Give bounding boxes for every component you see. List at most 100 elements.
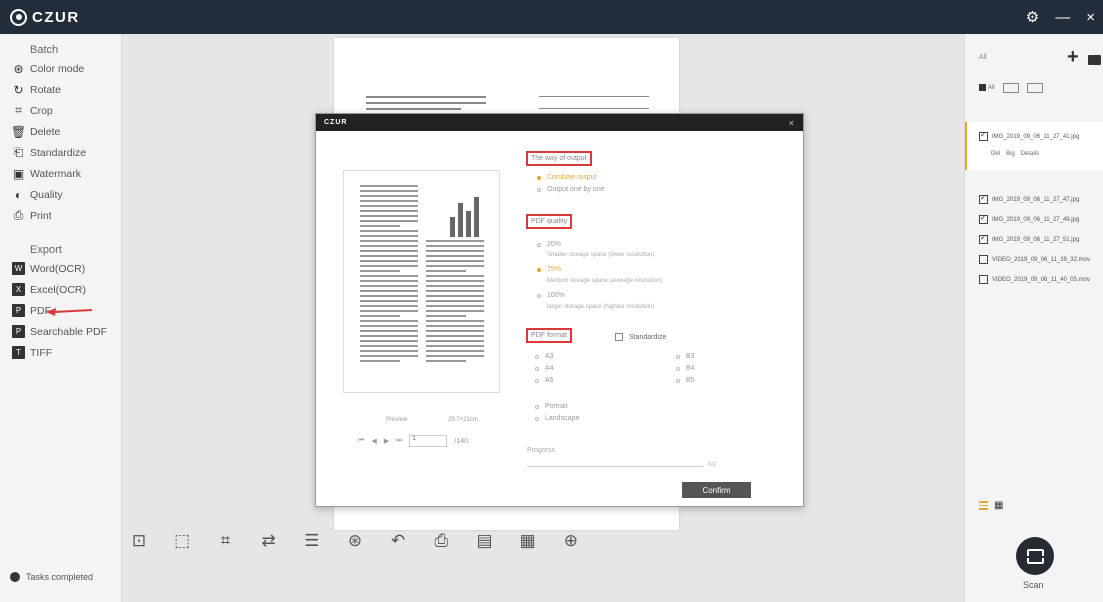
size-option-b3[interactable]: B3 [676,353,695,360]
next-page-icon[interactable]: ▶ [384,437,389,445]
print-icon: ⎙ [13,208,24,222]
size-option-b5[interactable]: B5 [676,377,695,384]
standardize-checkbox[interactable]: Standardize [615,333,666,341]
preview-text-line [426,335,484,337]
filter-all[interactable]: All [979,84,995,92]
sidebar-item-watermark[interactable]: ▣ Watermark [0,163,121,184]
page-table-line [539,96,649,97]
file-list-item[interactable]: VIDEO_2019_09_06_11_39_32.mov [979,255,1090,264]
preview-text-line [360,260,418,262]
sidebar-item-color-mode[interactable]: ⊛ Color mode [0,58,121,79]
filter-image-button[interactable] [1002,83,1019,93]
preview-text-line [426,290,484,292]
file-list-item[interactable]: IMG_2019_09_06_11_27_51.jpg [979,233,1079,244]
sidebar-item-crop[interactable]: ⌗ Crop [0,100,121,121]
sidebar-item-quality[interactable]: ◐ Quality [0,184,121,205]
last-page-icon[interactable]: ⏭ [396,437,402,445]
prev-page-icon[interactable]: ◀ [371,437,376,445]
size-option-a4[interactable]: A4 [535,365,554,372]
sidebar-item-rotate[interactable]: ↻ Rotate [0,79,121,100]
fit-page-icon[interactable]: ⊡ [125,527,153,555]
pdf-icon: P [12,304,25,317]
sidebar-item-excel-ocr[interactable]: X Excel(OCR) [0,279,121,300]
gear-icon[interactable]: ⚙ [1026,8,1039,26]
file-checkbox[interactable] [979,275,988,284]
add-icon[interactable]: + [1067,47,1079,67]
sidebar-item-print[interactable]: ⎙ Print [0,205,121,226]
size-option-a3[interactable]: A3 [535,353,554,360]
sidebar-item-standardize[interactable]: ⎗ Standardize [0,142,121,163]
preview-text-line [426,315,466,317]
size-option-a5[interactable]: A5 [535,377,554,384]
filter-video-button[interactable] [1026,83,1043,93]
app-logo: CZUR [10,8,80,26]
preview-text-line [360,275,418,277]
option-label: A4 [545,365,554,372]
sidebar-item-delete[interactable]: 🗑 Delete [0,121,121,142]
crop-icon[interactable]: ⌗ [211,527,239,555]
file-checkbox[interactable] [979,255,988,264]
center-icon[interactable]: ⊕ [557,527,585,555]
print-icon[interactable]: ⎙ [427,527,455,555]
output-option-separate[interactable]: Output one by one [537,186,605,193]
file-list-item[interactable]: VIDEO_2019_09_06_11_40_05.mov [979,275,1090,284]
checkbox-icon [615,333,623,341]
folder-icon[interactable] [1088,55,1101,65]
watermark-icon: ▣ [12,166,25,181]
undo-icon[interactable]: ↶ [384,527,412,555]
minimize-button[interactable]: — [1055,9,1070,26]
scan-button[interactable] [1016,537,1054,575]
sidebar-item-tiff[interactable]: T TIFF [0,342,121,363]
sidebar-item-label: Excel(OCR) [30,283,87,296]
quality-icon: ◐ [14,187,23,202]
first-page-icon[interactable]: ⏮ [358,437,364,445]
right-panel: All + All IMG_2019_09_06_11_27_41.jpg IMG… [964,34,1103,602]
progress-value: 0/2 [708,462,717,468]
page-number-input[interactable]: 1 [409,435,448,447]
quality-option-75[interactable]: 75% [537,266,561,273]
select-area-icon[interactable]: ⬚ [168,527,196,555]
output-option-combine[interactable]: Combine output [537,174,596,181]
radio-icon [535,404,539,409]
sidebar-item-label: Crop [30,104,53,117]
preview-text-line [360,295,418,297]
dialog-close-button[interactable]: × [789,118,795,128]
preview-text-line [360,330,418,332]
barcode-icon[interactable]: ▦ [514,527,542,555]
quality-option-20[interactable]: 20% [537,241,561,248]
quality-desc-75: Medium storage space (average resolution… [547,278,663,284]
rotate-icon[interactable]: ⇄ [255,527,283,555]
file-checkbox[interactable] [979,130,988,141]
output-heading: The way of output [526,151,592,166]
adjust-icon[interactable]: ☰ [298,527,326,555]
file-checkbox[interactable] [979,193,988,204]
preview-text-line [426,330,484,332]
ocr-icon[interactable]: ▤ [471,527,499,555]
file-list-item[interactable]: IMG_2019_09_06_11_27_41.jpg [979,130,1079,141]
preview-text-line [360,185,418,187]
orientation-portrait[interactable]: Portrait [535,403,568,410]
grid-view-icon[interactable]: ▦ [994,500,1003,511]
sidebar-item-label: Searchable PDF [30,325,108,338]
orientation-landscape[interactable]: Landscape [535,415,579,422]
quality-option-100[interactable]: 100% [537,292,565,299]
file-list-item[interactable]: IMG_2019_09_06_11_27_49.jpg [979,213,1079,224]
file-list-item[interactable]: IMG_2019_09_06_11_27_47.jpg [979,193,1079,204]
file-checkbox[interactable] [979,233,988,244]
confirm-button[interactable]: Confirm [682,482,751,498]
details-link[interactable]: Details [1021,151,1039,157]
big-link[interactable]: Big [1006,151,1015,157]
delete-link[interactable]: Del [991,151,1000,157]
option-label: Landscape [545,415,580,422]
size-option-b4[interactable]: B4 [676,365,695,372]
list-view-icon[interactable] [979,501,988,510]
radio-icon [537,242,541,247]
sidebar-item-label: Delete [30,125,61,138]
option-label: A3 [545,353,554,360]
file-checkbox[interactable] [979,213,988,224]
sidebar-item-word-ocr[interactable]: W Word(OCR) [0,258,121,279]
close-button[interactable]: × [1086,9,1095,26]
sidebar-item-searchable-pdf[interactable]: P Searchable PDF [0,321,121,342]
color-mode-icon[interactable]: ⊛ [341,527,369,555]
option-label: Output one by one [547,186,605,193]
